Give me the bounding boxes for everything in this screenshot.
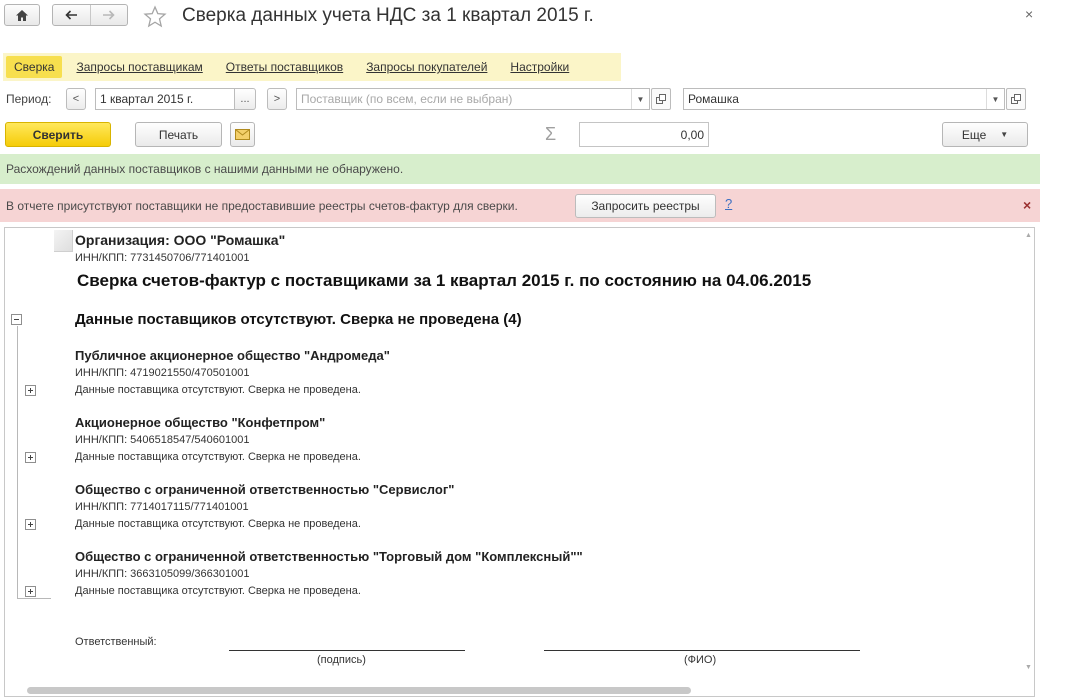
more-label: Еще	[961, 127, 987, 142]
arrow-right-icon	[103, 10, 115, 20]
help-link[interactable]: ?	[725, 196, 732, 211]
title-bar: Сверка данных учета НДС за 1 квартал 201…	[0, 0, 1067, 40]
history-navigation	[52, 4, 128, 26]
filter-row: Период: < 1 квартал 2015 г. ... > Постав…	[0, 88, 1067, 112]
home-icon	[16, 9, 28, 21]
organization-open-button[interactable]	[1006, 88, 1026, 110]
supplier-open-button[interactable]	[651, 88, 671, 110]
favorite-star-icon[interactable]	[143, 5, 167, 29]
chevron-down-icon[interactable]: ▼	[631, 89, 649, 109]
responsible-label: Ответственный:	[75, 636, 157, 648]
sum-field: 0,00	[579, 122, 709, 147]
sum-value: 0,00	[680, 127, 704, 142]
close-banner-button[interactable]: ×	[1023, 197, 1031, 213]
period-prev-button[interactable]: <	[66, 88, 86, 110]
chevron-down-icon[interactable]: ▼	[986, 89, 1004, 109]
back-button[interactable]	[53, 5, 90, 25]
forward-button[interactable]	[89, 5, 128, 25]
horizontal-scroll-thumb[interactable]	[27, 687, 691, 694]
vertical-scrollbar[interactable]: ▲ ▼	[1024, 232, 1033, 672]
tab-supplier-requests[interactable]: Запросы поставщикам	[67, 56, 211, 78]
supplier-inn: ИНН/КПП: 5406518547/540601001	[75, 434, 250, 446]
group-outline-end	[17, 598, 51, 599]
supplier-input[interactable]: Поставщик (по всем, если не выбран) ▼	[296, 88, 650, 110]
horizontal-scrollbar[interactable]	[27, 685, 1021, 695]
organization-input[interactable]: Ромашка ▼	[683, 88, 1005, 110]
home-button[interactable]	[4, 4, 40, 26]
fio-line	[544, 650, 860, 651]
supplier-name: Общество с ограниченной ответственностью…	[75, 549, 583, 564]
group-outline-line	[17, 326, 18, 598]
print-button[interactable]: Печать	[135, 122, 222, 147]
scroll-down-icon[interactable]: ▼	[1024, 664, 1033, 671]
fio-caption: (ФИО)	[684, 654, 717, 666]
tab-reconciliation[interactable]: Сверка	[6, 56, 63, 78]
open-window-icon	[656, 94, 666, 104]
report-organization-inn: ИНН/КПП: 7731450706/771401001	[75, 252, 250, 264]
tab-settings[interactable]: Настройки	[501, 56, 578, 78]
cell-corner-marker	[54, 230, 73, 252]
report-section-title: Данные поставщиков отсутствуют. Сверка н…	[75, 311, 522, 328]
email-button[interactable]	[230, 122, 255, 147]
report-document[interactable]: Организация: ООО "Ромашка" ИНН/КПП: 7731…	[4, 227, 1035, 697]
report-heading: Сверка счетов-фактур с поставщиками за 1…	[77, 271, 812, 290]
supplier-status: Данные поставщика отсутствуют. Сверка не…	[75, 451, 361, 463]
period-field[interactable]: 1 квартал 2015 г.	[95, 88, 235, 110]
expand-group-icon[interactable]	[25, 385, 36, 396]
collapse-group-icon[interactable]	[11, 314, 22, 325]
warning-message: В отчете присутствуют поставщики не пред…	[6, 198, 518, 213]
tab-supplier-responses[interactable]: Ответы поставщиков	[217, 56, 352, 78]
expand-group-icon[interactable]	[25, 519, 36, 530]
supplier-name: Публичное акционерное общество "Андромед…	[75, 348, 390, 363]
open-window-icon	[1011, 94, 1021, 104]
period-next-button[interactable]: >	[267, 88, 287, 110]
sigma-icon: Σ	[545, 124, 557, 144]
success-banner: Расхождений данных поставщиков с нашими …	[0, 154, 1040, 184]
period-select-button[interactable]: ...	[234, 88, 256, 110]
expand-group-icon[interactable]	[25, 452, 36, 463]
organization-value: Ромашка	[688, 92, 739, 106]
scroll-up-icon[interactable]: ▲	[1024, 232, 1033, 239]
more-button[interactable]: Еще ▼	[942, 122, 1028, 147]
arrow-left-icon	[65, 10, 77, 20]
reconcile-button[interactable]: Сверить	[5, 122, 111, 147]
supplier-name: Акционерное общество "Конфетпром"	[75, 415, 326, 430]
window-title: Сверка данных учета НДС за 1 квартал 201…	[182, 5, 594, 26]
period-value: 1 квартал 2015 г.	[100, 92, 194, 106]
supplier-status: Данные поставщика отсутствуют. Сверка не…	[75, 518, 361, 530]
supplier-inn: ИНН/КПП: 4719021550/470501001	[75, 367, 250, 379]
supplier-inn: ИНН/КПП: 7714017115/771401001	[75, 501, 249, 513]
supplier-status: Данные поставщика отсутствуют. Сверка не…	[75, 384, 361, 396]
request-registers-button[interactable]: Запросить реестры	[575, 194, 716, 218]
supplier-name: Общество с ограниченной ответственностью…	[75, 482, 455, 497]
supplier-status: Данные поставщика отсутствуют. Сверка не…	[75, 585, 361, 597]
envelope-icon	[235, 129, 250, 140]
success-message: Расхождений данных поставщиков с нашими …	[6, 162, 404, 176]
chevron-down-icon: ▼	[1000, 130, 1009, 139]
supplier-placeholder: Поставщик (по всем, если не выбран)	[301, 92, 513, 106]
signature-line	[229, 650, 465, 651]
warning-banner: В отчете присутствуют поставщики не пред…	[0, 189, 1040, 222]
expand-group-icon[interactable]	[25, 586, 36, 597]
report-organization: Организация: ООО "Ромашка"	[75, 232, 286, 248]
tab-customer-requests[interactable]: Запросы покупателей	[357, 56, 496, 78]
supplier-inn: ИНН/КПП: 3663105099/366301001	[75, 568, 250, 580]
form-tabs: Сверка Запросы поставщикам Ответы постав…	[3, 53, 621, 81]
period-label: Период:	[6, 92, 52, 106]
window-close-button[interactable]: ×	[1025, 6, 1033, 22]
signature-caption: (подпись)	[317, 654, 366, 666]
